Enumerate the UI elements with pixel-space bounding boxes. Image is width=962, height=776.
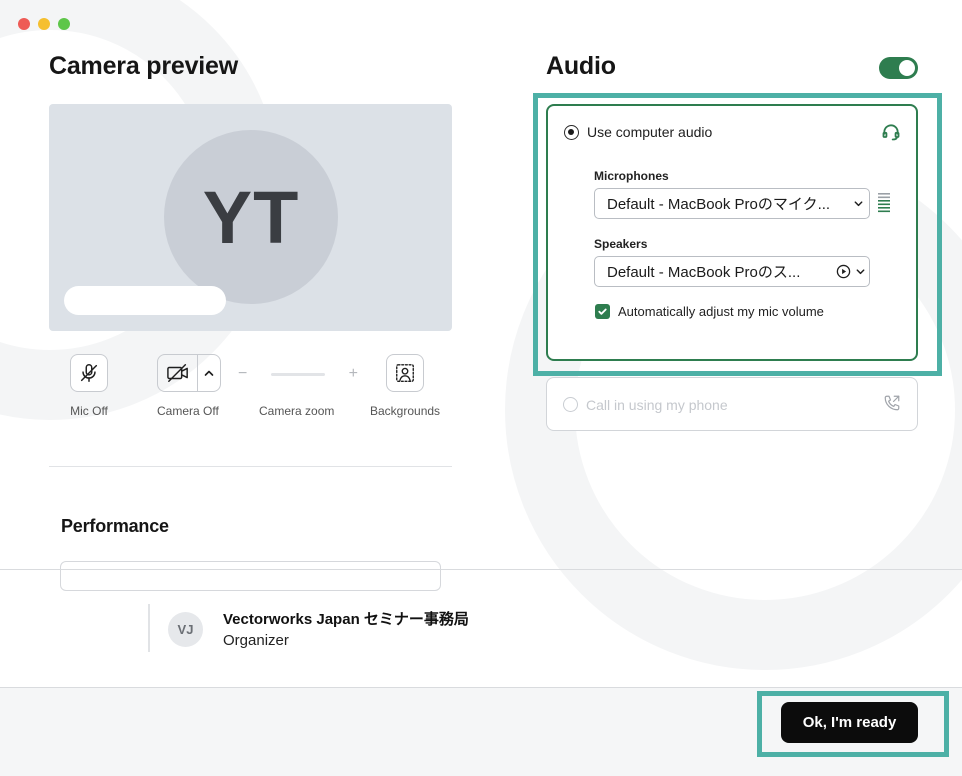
headset-icon xyxy=(882,124,900,141)
microphone-select[interactable]: Default - MacBook Proのマイク... xyxy=(594,188,870,219)
zoom-track[interactable] xyxy=(271,372,325,376)
mic-control: Mic Off xyxy=(70,354,108,418)
camera-control: Camera Off xyxy=(157,354,221,418)
zoom-minus-icon: − xyxy=(238,365,248,382)
camera-preview-title: Camera preview xyxy=(49,52,238,80)
close-window-button[interactable] xyxy=(18,18,30,30)
mic-level-icon xyxy=(878,193,890,213)
speakers-label: Speakers xyxy=(594,237,648,251)
call-in-radio[interactable] xyxy=(563,397,578,412)
auto-adjust-label[interactable]: Automatically adjust my mic volume xyxy=(618,304,824,319)
organizer-divider xyxy=(148,604,150,652)
computer-audio-card: Use computer audio Microphones Default -… xyxy=(546,104,918,361)
camera-zoom-label: Camera zoom xyxy=(259,404,335,418)
camera-zoom-slider[interactable]: − + xyxy=(238,364,358,384)
window-controls xyxy=(18,18,70,30)
backgrounds-button[interactable] xyxy=(386,354,425,392)
speaker-value: Default - MacBook Proのス... xyxy=(607,264,801,281)
audio-toggle[interactable] xyxy=(879,57,918,79)
call-in-label[interactable]: Call in using my phone xyxy=(586,397,728,413)
camera-preview: YT xyxy=(49,104,452,331)
mic-off-label: Mic Off xyxy=(70,404,108,418)
camera-off-icon xyxy=(166,364,188,382)
chevron-down-icon xyxy=(847,198,869,209)
section-divider xyxy=(49,466,452,467)
backgrounds-control: Backgrounds xyxy=(370,354,440,418)
phone-forward-icon xyxy=(884,395,900,411)
performance-panel xyxy=(60,561,441,591)
join-dialog-window: Camera preview YT Mic Off Camera Off − +… xyxy=(0,0,962,776)
chevron-up-icon xyxy=(204,370,214,376)
audio-title: Audio xyxy=(546,52,616,80)
performance-title: Performance xyxy=(61,516,169,536)
backgrounds-icon xyxy=(396,364,414,382)
footer-divider xyxy=(0,569,962,570)
organizer-name: Vectorworks Japan セミナー事務局 xyxy=(223,611,469,628)
zoom-window-button[interactable] xyxy=(58,18,70,30)
organizer-avatar: VJ xyxy=(168,612,203,647)
camera-off-label: Camera Off xyxy=(157,404,219,418)
name-label-pill xyxy=(64,286,226,315)
play-test-icon[interactable] xyxy=(836,264,851,279)
ok-ready-button[interactable]: Ok, I'm ready xyxy=(781,702,918,743)
speaker-select[interactable]: Default - MacBook Proのス... xyxy=(594,256,870,287)
computer-audio-radio[interactable] xyxy=(564,125,579,140)
camera-options-button[interactable] xyxy=(197,355,220,391)
microphone-value: Default - MacBook Proのマイク... xyxy=(607,196,831,213)
camera-split-button xyxy=(157,354,221,392)
checkmark-icon xyxy=(598,308,607,315)
computer-audio-label[interactable]: Use computer audio xyxy=(587,124,712,140)
backgrounds-label: Backgrounds xyxy=(370,404,441,418)
camera-off-button[interactable] xyxy=(158,355,197,391)
mic-off-icon xyxy=(80,364,98,382)
auto-adjust-checkbox[interactable] xyxy=(595,304,610,319)
mic-off-button[interactable] xyxy=(70,354,108,392)
avatar: YT xyxy=(164,130,338,304)
organizer-role: Organizer xyxy=(223,632,289,649)
chevron-down-icon xyxy=(851,266,869,277)
minimize-window-button[interactable] xyxy=(38,18,50,30)
call-in-card[interactable]: Call in using my phone xyxy=(546,377,918,431)
zoom-plus-icon: + xyxy=(348,365,358,382)
microphones-label: Microphones xyxy=(594,169,669,183)
